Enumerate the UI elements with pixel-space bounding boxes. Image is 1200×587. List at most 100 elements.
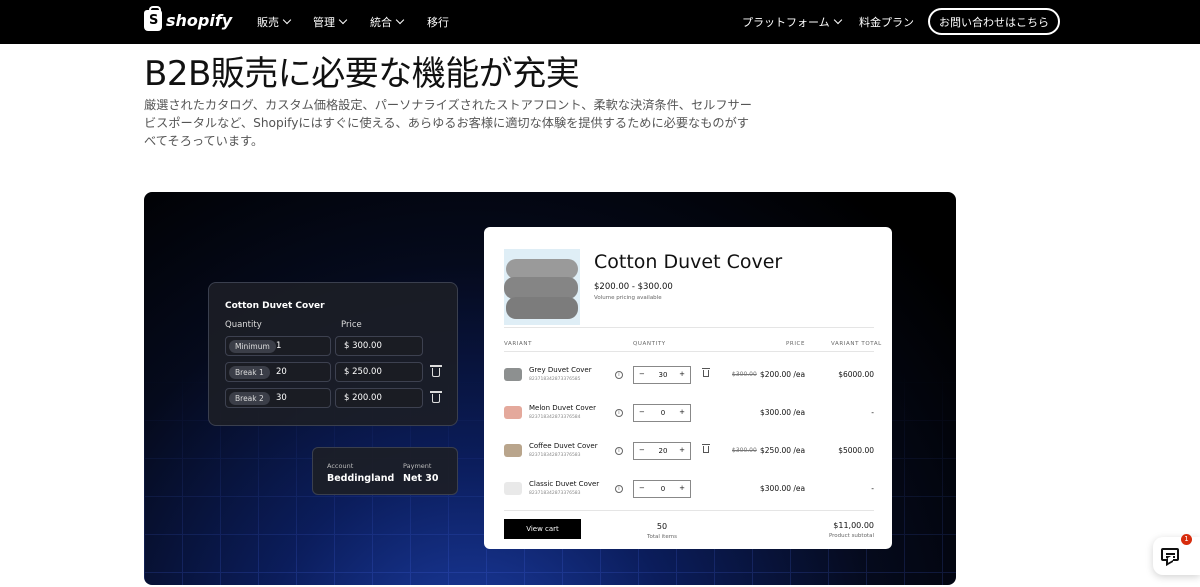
variant-name: Melon Duvet Cover: [529, 404, 596, 412]
hero-description: 厳選されたカタログ、カスタム価格設定、パーソナライズされたストアフロント、柔軟な…: [144, 98, 752, 148]
chat-widget-button[interactable]: [1153, 537, 1200, 575]
tier-tag: Break 1: [229, 366, 270, 379]
price-field-break-1[interactable]: $ 250.00: [335, 362, 423, 382]
variant-sku: 823718342873376584: [529, 415, 581, 420]
volume-pricing-card: Cotton Duvet Cover Quantity Price Minimu…: [208, 282, 458, 426]
tier-quantity: 30: [276, 393, 287, 403]
variant-total: -: [871, 408, 874, 417]
chevron-down-icon: [282, 15, 292, 25]
col-variant: VARIANT: [504, 341, 533, 347]
notification-badge: 1: [1181, 534, 1192, 545]
variant-sku: 823718342873376585: [529, 377, 581, 382]
variant-total: $6000.00: [838, 370, 874, 379]
unit-price: $250.00 /ea: [760, 446, 806, 455]
variant-name: Grey Duvet Cover: [529, 366, 592, 374]
original-price: $300.00: [732, 447, 757, 454]
tier-quantity: 20: [276, 367, 287, 377]
unit-price: $200.00 /ea: [760, 370, 806, 379]
nav-item-pricing[interactable]: 料金プラン: [859, 14, 914, 30]
plus-icon[interactable]: +: [679, 484, 685, 492]
contact-button[interactable]: お問い合わせはこちら: [928, 8, 1060, 35]
unit-price: $300.00 /ea: [760, 408, 806, 417]
logo-letter: S: [149, 13, 159, 28]
quantity-stepper[interactable]: − 30 +: [633, 366, 691, 384]
variant-total: $5000.00: [838, 446, 874, 455]
nav-item-platform[interactable]: プラットフォーム: [742, 14, 842, 30]
product-name: Cotton Duvet Cover: [594, 251, 783, 273]
quantity-field-minimum[interactable]: Minimum 1: [225, 336, 331, 356]
chevron-down-icon: [338, 15, 348, 25]
variant-thumbnail: [504, 406, 522, 419]
chevron-down-icon: [833, 15, 842, 25]
page-title: B2B販売に必要な機能が充実: [144, 54, 580, 94]
nav-item-label: 管理: [313, 16, 335, 29]
variant-row: Melon Duvet Cover 823718342873376584 i −…: [504, 395, 874, 433]
quantity-stepper[interactable]: − 0 +: [633, 404, 691, 422]
trash-icon[interactable]: [430, 365, 442, 377]
variant-row: Classic Duvet Cover 823718342873376583 i…: [504, 471, 874, 509]
nav-item-label: 販売: [257, 16, 279, 29]
variant-name: Coffee Duvet Cover: [529, 442, 598, 450]
nav-item-migrate[interactable]: 移行: [427, 14, 449, 30]
info-icon[interactable]: i: [615, 409, 623, 417]
col-variant-total: VARIANT TOTAL: [831, 341, 882, 347]
product-image: [504, 249, 580, 325]
total-items: 50: [656, 522, 668, 531]
shopify-logo[interactable]: S shopify: [144, 6, 233, 31]
variant-row: Coffee Duvet Cover 823718342873376583 i …: [504, 433, 874, 471]
divider: [504, 327, 874, 328]
variant-row: Grey Duvet Cover 823718342873376585 i − …: [504, 357, 874, 395]
plus-icon[interactable]: +: [679, 408, 685, 416]
nav-item-integrate[interactable]: 統合: [370, 14, 405, 30]
quantity-field-break-1[interactable]: Break 1 20: [225, 362, 331, 382]
price-range: $200.00 - $300.00: [594, 282, 673, 292]
top-nav: S shopify 販売 管理 統合 移行 プラットフォーム 料金プラン お問い…: [0, 0, 1200, 44]
col-quantity: QUANTITY: [633, 341, 666, 347]
chat-icon: [1161, 548, 1179, 561]
pricing-card-title: Cotton Duvet Cover: [225, 301, 325, 311]
volume-note: Volume pricing available: [594, 295, 662, 301]
product-subtotal: $11,00.00: [833, 521, 874, 530]
info-icon[interactable]: i: [615, 485, 623, 493]
price-field-minimum[interactable]: $ 300.00: [335, 336, 423, 356]
b2b-showcase: Cotton Duvet Cover Quantity Price Minimu…: [144, 192, 956, 585]
variant-name: Classic Duvet Cover: [529, 480, 600, 488]
account-value: Beddingland: [327, 473, 395, 484]
total-items-label: Total items: [647, 534, 677, 540]
quantity-field-break-2[interactable]: Break 2 30: [225, 388, 331, 408]
tier-tag: Break 2: [229, 392, 270, 405]
payment-value: Net 30: [403, 473, 439, 484]
trash-icon[interactable]: [702, 444, 710, 453]
view-cart-button[interactable]: View cart: [504, 519, 581, 539]
trash-icon[interactable]: [702, 368, 710, 377]
nav-item-label: 移行: [427, 16, 449, 29]
tier-quantity: 1: [276, 341, 282, 351]
variant-thumbnail: [504, 444, 522, 457]
quantity-header: Quantity: [225, 320, 262, 330]
nav-item-manage[interactable]: 管理: [313, 14, 348, 30]
account-label: Account: [327, 462, 354, 470]
plus-icon[interactable]: +: [679, 446, 685, 454]
col-price: PRICE: [786, 341, 806, 347]
price-field-break-2[interactable]: $ 200.00: [335, 388, 423, 408]
quantity-stepper[interactable]: − 20 +: [633, 442, 691, 460]
price-header: Price: [341, 320, 362, 330]
shopping-bag-icon: S: [144, 6, 162, 31]
payment-label: Payment: [403, 462, 432, 470]
variant-thumbnail: [504, 368, 522, 381]
logo-text: shopify: [166, 11, 233, 30]
account-card: Account Beddingland Payment Net 30: [312, 447, 458, 495]
plus-icon[interactable]: +: [679, 370, 685, 378]
variant-total: -: [871, 484, 874, 493]
trash-icon[interactable]: [430, 391, 442, 403]
chevron-down-icon: [395, 15, 405, 25]
info-icon[interactable]: i: [615, 447, 623, 455]
nav-item-sell[interactable]: 販売: [257, 14, 292, 30]
original-price: $300.00: [732, 371, 757, 378]
nav-item-label: プラットフォーム: [742, 16, 830, 29]
quantity-stepper[interactable]: − 0 +: [633, 480, 691, 498]
info-icon[interactable]: i: [615, 371, 623, 379]
product-order-card: Cotton Duvet Cover $200.00 - $300.00 Vol…: [484, 227, 892, 549]
variant-sku: 823718342873376583: [529, 491, 581, 496]
variant-sku: 823718342873376583: [529, 453, 581, 458]
